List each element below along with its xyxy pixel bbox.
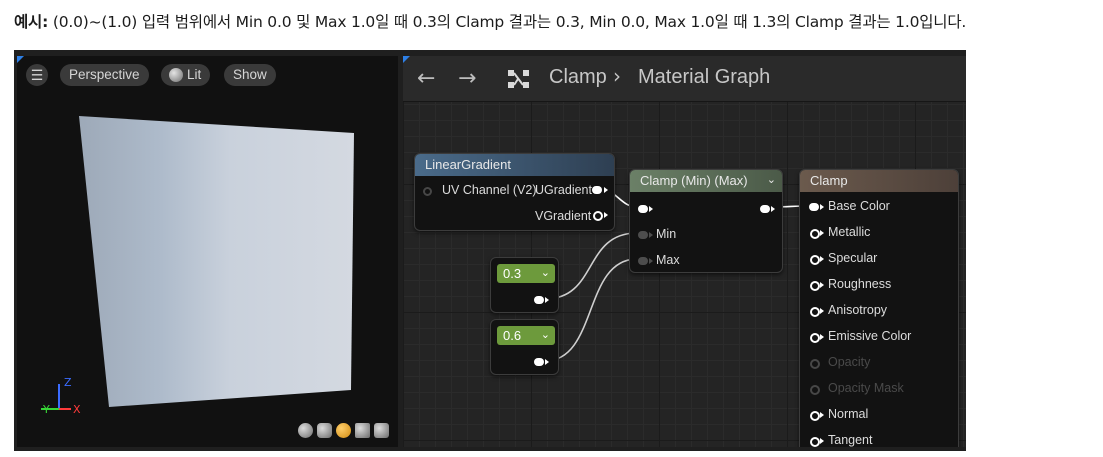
axis-x-label: X [73, 403, 81, 416]
base-color-arrow [820, 204, 824, 210]
pin-label-normal: Normal [828, 407, 869, 421]
lit-sphere-icon [169, 68, 183, 82]
pin-label-roughness: Roughness [828, 277, 892, 291]
material-result-node[interactable]: Clamp Base Color Metallic Specular Rough… [799, 169, 959, 447]
clamp-output-arrow [771, 206, 775, 212]
clamp-input-pin[interactable] [638, 205, 648, 213]
caption-label: 예시: [14, 13, 49, 31]
hamburger-icon: ☰ [30, 67, 44, 83]
pin-label-anisotropy: Anisotropy [828, 303, 888, 317]
uv-channel-label: UV Channel (V2) [442, 183, 537, 197]
axis-gizmo: Z Y X [41, 378, 81, 416]
constant-max-output-pin[interactable] [534, 358, 544, 366]
pin-label-specular: Specular [828, 251, 878, 265]
roughness-pin[interactable] [810, 281, 820, 291]
emissive-color-pin[interactable] [810, 333, 820, 343]
viewport-options-button[interactable]: ☰ [26, 64, 48, 86]
clamp-input-arrow [649, 206, 653, 212]
vgradient-arrow [604, 212, 608, 218]
chevron-down-icon[interactable]: ⌄ [541, 264, 550, 283]
sphere-preview-icon[interactable] [298, 423, 313, 438]
ugradient-label: UGradient [535, 183, 592, 197]
normal-arrow [820, 412, 824, 418]
pin-label-opacity: Opacity [828, 355, 871, 369]
min-input-arrow [649, 232, 653, 238]
specular-pin[interactable] [810, 255, 820, 265]
constant-min-header[interactable]: 0.3 ⌄ [497, 264, 555, 283]
max-input-pin[interactable] [638, 257, 648, 265]
chevron-down-icon[interactable]: ⌄ [541, 326, 550, 345]
constant-min-value[interactable]: 0.3 [503, 266, 521, 281]
anisotropy-pin[interactable] [810, 307, 820, 317]
constant-max-arrow [545, 359, 549, 365]
specular-arrow [820, 256, 824, 262]
constant-max-value[interactable]: 0.6 [503, 328, 521, 343]
min-input-pin[interactable] [638, 231, 648, 239]
perspective-button[interactable]: Perspective [60, 64, 149, 86]
roughness-arrow [820, 282, 824, 288]
caption-text: (0.0)~(1.0) 입력 범위에서 Min 0.0 및 Max 1.0일 때… [52, 13, 967, 31]
constant-min-arrow [545, 297, 549, 303]
pin-label-emissive-color: Emissive Color [828, 329, 912, 343]
constant-min-output-pin[interactable] [534, 296, 544, 304]
clamp-node-title: Clamp (Min) (Max) [630, 170, 782, 192]
ugradient-arrow [604, 187, 608, 193]
lit-mode-button[interactable]: Lit [161, 64, 211, 86]
tangent-arrow [820, 438, 824, 444]
normal-pin[interactable] [810, 411, 820, 421]
pin-label-opacity-mask: Opacity Mask [828, 381, 904, 395]
result-node-title: Clamp [800, 170, 958, 192]
material-graph-panel[interactable]: ← → Clamp › Material Graph LinearGradien… [403, 56, 966, 447]
base-color-pin[interactable] [809, 203, 819, 211]
uv-channel-input-pin[interactable] [423, 187, 432, 196]
vgradient-label: VGradient [535, 209, 592, 223]
cylinder-preview-icon[interactable] [317, 423, 332, 438]
max-label: Max [656, 253, 680, 267]
clamp-node[interactable]: Clamp (Min) (Max) ⌄ Min Max [629, 169, 783, 273]
linear-gradient-title: LinearGradient [415, 154, 614, 176]
metallic-arrow [820, 230, 824, 236]
max-input-arrow [649, 258, 653, 264]
cube-preview-icon[interactable] [355, 423, 370, 438]
opacity-pin [810, 359, 820, 369]
axis-z-label: Z [64, 378, 72, 389]
show-button[interactable]: Show [224, 64, 276, 86]
vgradient-output-pin[interactable] [593, 211, 603, 221]
min-label: Min [656, 227, 677, 241]
emissive-color-arrow [820, 334, 824, 340]
constant-min-node[interactable]: 0.3 ⌄ [490, 257, 559, 313]
anisotropy-arrow [820, 308, 824, 314]
constant-max-header[interactable]: 0.6 ⌄ [497, 326, 555, 345]
pin-label-base-color: Base Color [828, 199, 890, 213]
preview-plane [79, 116, 354, 407]
lit-label: Lit [187, 67, 202, 82]
ugradient-output-pin[interactable] [592, 186, 602, 194]
constant-max-node[interactable]: 0.6 ⌄ [490, 319, 559, 375]
chevron-down-icon[interactable]: ⌄ [767, 173, 776, 186]
preview-viewport[interactable]: ☰ Perspective Lit Show Z Y X [17, 56, 398, 447]
example-caption: 예시: (0.0)~(1.0) 입력 범위에서 Min 0.0 및 Max 1.… [14, 10, 966, 32]
pin-label-metallic: Metallic [828, 225, 871, 239]
plane-preview-icon[interactable] [336, 423, 351, 438]
pin-label-tangent: Tangent [828, 433, 873, 447]
custom-mesh-icon[interactable] [374, 423, 389, 438]
linear-gradient-node[interactable]: LinearGradient UV Channel (V2) UGradient… [414, 153, 615, 231]
tangent-pin[interactable] [810, 437, 820, 447]
clamp-output-pin[interactable] [760, 205, 770, 213]
axis-y-label: Y [42, 403, 50, 416]
opacity-mask-pin [810, 385, 820, 395]
metallic-pin[interactable] [810, 229, 820, 239]
